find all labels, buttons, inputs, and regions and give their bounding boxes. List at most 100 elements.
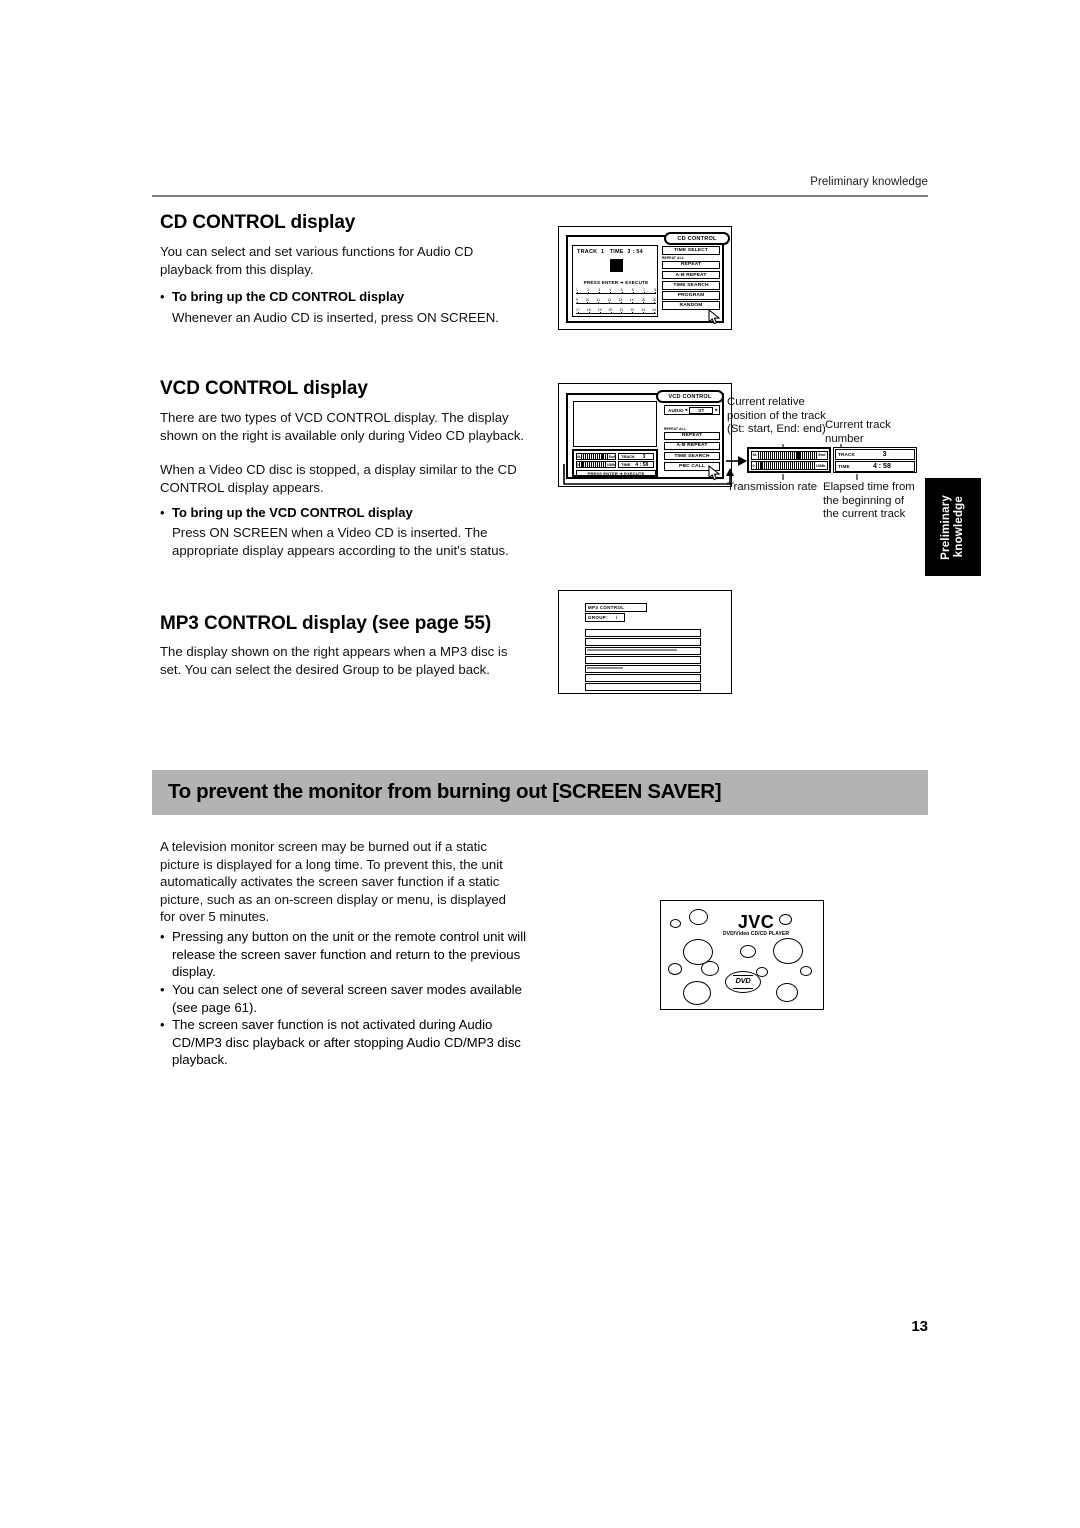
cd-bullet-title: To bring up the CD CONTROL display [172, 289, 405, 304]
mp3-list-row[interactable] [585, 647, 701, 655]
bullet-icon: • [160, 982, 165, 997]
cd-track-number[interactable]: 8 [654, 288, 656, 294]
callout-leader-lines [749, 444, 858, 480]
cd-button-ab-repeat[interactable]: A-B REPEAT [662, 270, 720, 280]
cd-time-value: 3 : 54 [627, 249, 643, 255]
vcd-position-meter: St. End [576, 453, 616, 460]
cd-control-tab-label: CD CONTROL [664, 232, 730, 245]
cd-track-number[interactable]: 10 [585, 298, 589, 304]
cd-track-number[interactable]: 11 [597, 298, 600, 304]
side-thumb-tab: Preliminary knowledge [925, 478, 981, 576]
bubble-icon [701, 961, 719, 976]
cd-track-number[interactable]: 7 [643, 288, 645, 294]
vcd-position-end-label: End [608, 454, 615, 459]
cd-track-number[interactable]: 20 [609, 308, 612, 314]
cd-track-number[interactable]: 12 [608, 298, 611, 304]
bubble-icon [683, 981, 711, 1005]
bubble-icon [668, 963, 682, 975]
screen-saver-bullet-2: • You can select one of several screen s… [160, 981, 532, 1016]
cd-track-number[interactable]: 23 [641, 308, 645, 314]
cd-control-heading: CD CONTROL display [160, 212, 356, 233]
cd-track-number[interactable]: 4 [609, 288, 611, 294]
vcd-control-intro-2: When a Video CD disc is stopped, a displ… [160, 462, 517, 495]
cd-bullet-body: Whenever an Audio CD is inserted, press … [172, 310, 499, 325]
cd-track-number[interactable]: 22 [630, 308, 634, 314]
cd-track-number[interactable]: 13 [619, 298, 622, 304]
cd-track-label: TRACK [577, 249, 598, 255]
cd-button-repeat[interactable]: REPEAT [662, 260, 720, 270]
cd-button-time-search[interactable]: TIME SEARCH [662, 281, 720, 290]
cd-track-number[interactable]: 15 [641, 298, 645, 304]
cd-bullet-title-row: • To bring up the CD CONTROL display [160, 288, 532, 306]
bubble-icon [689, 909, 708, 925]
callout-current-position: Current relative position of the track (… [727, 396, 826, 436]
cd-track-number[interactable]: 3 [598, 288, 600, 294]
dvd-logo: DVD [725, 971, 761, 993]
cd-repeat-all-label: REPEAT ALL [662, 256, 684, 261]
cd-track-number[interactable]: 1 [576, 288, 578, 294]
bullet-icon: • [160, 505, 165, 520]
bubble-icon [740, 945, 756, 958]
vcd-control-intro-1: There are two types of VCD CONTROL displ… [160, 410, 525, 443]
mp3-title-label: MP3 CONTROL [585, 603, 647, 612]
vcd-detail-connector [563, 464, 734, 485]
page-number: 13 [911, 1318, 928, 1335]
screen-saver-heading: To prevent the monitor from burning out … [168, 780, 722, 803]
screen-saver-bullet-1-text: Pressing any button on the unit or the r… [172, 929, 527, 980]
cd-track-number[interactable]: 2 [587, 288, 589, 294]
vcd-button-repeat[interactable]: REPEAT [664, 431, 720, 441]
cd-track-number[interactable]: 16 [652, 298, 656, 304]
mp3-group-field: GROUP: / [585, 613, 625, 622]
cd-osd-left-pane: TRACK 1 TIME 3 : 54 PRESS ENTER ➜ EXECUT… [572, 245, 658, 317]
header-rule [152, 195, 928, 197]
mp3-control-heading: MP3 CONTROL display (see page 55) [160, 613, 492, 634]
cd-track-row-1: 1 2 3 4 5 6 7 8 [576, 288, 656, 294]
cd-track-number[interactable]: 5 [621, 288, 622, 294]
vcd-repeat-all-label: REPEAT ALL [664, 427, 686, 431]
cd-track-number[interactable]: 6 [632, 288, 634, 294]
cd-button-time-select[interactable]: TIME SELECT [662, 246, 720, 255]
cd-track-number[interactable]: 18 [587, 308, 591, 314]
bubble-icon [773, 938, 803, 964]
cd-track-number[interactable]: 14 [630, 298, 634, 304]
mp3-list-row[interactable] [585, 638, 701, 646]
cd-track-number[interactable]: 19 [598, 308, 601, 314]
vcd-button-ab-repeat[interactable]: A-B REPEAT [664, 441, 720, 451]
cd-osd-button-column: TIME SELECT REPEAT ALL REPEAT A-B REPEAT… [662, 246, 720, 312]
mp3-list-row[interactable] [585, 656, 701, 664]
mp3-list-row[interactable] [585, 629, 701, 637]
vcd-audio-selector[interactable]: AUDIO ◂ ST ▸ [664, 405, 720, 415]
vcd-bullet-title-row: • To bring up the VCD CONTROL display [160, 504, 532, 522]
chevron-right-icon[interactable]: ▸ [714, 407, 719, 413]
vcd-control-tab-label: VCD CONTROL [656, 390, 724, 403]
screen-saver-bullet-1: • Pressing any button on the unit or the… [160, 928, 532, 981]
bullet-icon: • [160, 289, 165, 304]
mp3-list-row[interactable] [585, 674, 701, 682]
vcd-position-meter-fill [581, 454, 609, 459]
cd-track-time-line: TRACK 1 TIME 3 : 54 [577, 249, 643, 255]
cd-control-intro: You can select and set various functions… [160, 244, 474, 277]
bubble-icon [800, 966, 812, 976]
cd-track-number[interactable]: 24 [652, 308, 656, 314]
cd-track-value: 1 [600, 249, 605, 255]
mp3-control-illustration: MP3 CONTROL GROUP: / [558, 590, 732, 694]
mp3-list-row[interactable] [585, 665, 701, 673]
screen-saver-bullet-3: • The screen saver function is not activ… [160, 1016, 532, 1069]
side-tab-line-1: Preliminary [939, 494, 952, 560]
vcd-audio-label: AUDIO [668, 407, 684, 413]
cd-osd-frame: CD CONTROL TRACK 1 TIME 3 : 54 PRESS ENT… [566, 232, 730, 325]
screen-saver-intro: A television monitor screen may be burne… [160, 839, 506, 925]
cd-track-number[interactable]: 21 [620, 308, 623, 314]
running-header: Preliminary knowledge [810, 176, 928, 188]
chevron-left-icon[interactable]: ◂ [684, 407, 689, 413]
cd-track-number[interactable]: 9 [576, 298, 578, 304]
bubble-icon [670, 919, 681, 928]
vcd-bullet-title: To bring up the VCD CONTROL display [172, 505, 413, 520]
vcd-button-time-search[interactable]: TIME SEARCH [664, 451, 720, 461]
mp3-control-intro: The display shown on the right appears w… [160, 644, 508, 677]
vcd-control-heading: VCD CONTROL display [160, 378, 368, 399]
cd-track-number[interactable]: 17 [576, 308, 580, 314]
cd-button-program[interactable]: PROGRAM [662, 291, 720, 300]
mp3-list-row[interactable] [585, 683, 701, 691]
vcd-bullet-body: Press ON SCREEN when a Video CD is inser… [172, 525, 509, 558]
